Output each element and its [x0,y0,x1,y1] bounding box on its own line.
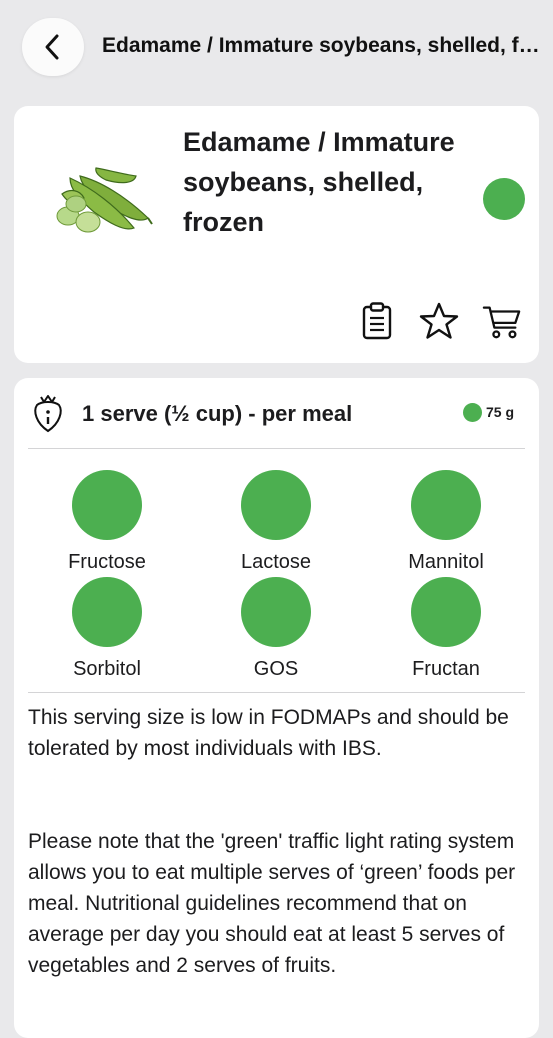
gos-rating-indicator [241,577,311,647]
traffic-light-note-text: Please note that the 'green' traffic lig… [28,830,516,977]
serving-row[interactable]: 1 serve (½ cup) - per meal 75 g [14,378,539,448]
food-name: Edamame / Immature soybeans, shelled, fr… [183,127,455,237]
fructose-rating-indicator [72,470,142,540]
nutrient-gos: GOS [201,577,351,681]
top-bar: Edamame / Immature soybeans, shelled, fr… [0,0,553,96]
serving-detail-card: 1 serve (½ cup) - per meal 75 g Fructose… [14,378,539,1038]
chevron-left-icon [45,34,59,60]
nutrient-lactose: Lactose [201,470,351,574]
page-title: Edamame / Immature soybeans, shelled, fr… [102,34,542,57]
nutrient-label: GOS [253,658,299,680]
food-summary-card: Edamame / Immature soybeans, shelled, fr… [14,106,539,363]
nutrient-fructose: Fructose [32,470,182,574]
fructan-rating-indicator [411,577,481,647]
star-icon [419,302,459,339]
nutrient-mannitol: Mannitol [371,470,521,574]
back-button[interactable] [22,18,84,76]
serving-size-label: 1 serve (½ cup) - per meal [82,401,353,426]
nutrient-sorbitol: Sorbitol [32,577,182,681]
clipboard-icon [362,302,392,340]
rating-indicator [483,178,525,220]
cart-icon [482,306,521,339]
divider [28,448,525,449]
nutrient-label: Fructan [412,658,480,680]
clipboard-button[interactable] [357,301,397,341]
nutrient-label: Sorbitol [73,658,141,680]
cart-button[interactable] [482,301,522,341]
nutrient-label: Lactose [240,551,312,573]
nutrient-fructan: Fructan [371,577,521,681]
weight-rating-indicator [463,403,482,422]
serving-weight: 75 g [486,404,515,420]
sorbitol-rating-indicator [72,577,142,647]
food-image [40,146,180,246]
mannitol-rating-indicator [411,470,481,540]
nutrient-label: Fructose [68,551,146,573]
divider [28,692,525,693]
lactose-rating-indicator [241,470,311,540]
nutrient-label: Mannitol [408,551,484,573]
serving-advice-text: This serving size is low in FODMAPs and … [28,706,509,760]
favorite-button[interactable] [419,301,459,341]
strawberry-info-icon [34,395,62,433]
